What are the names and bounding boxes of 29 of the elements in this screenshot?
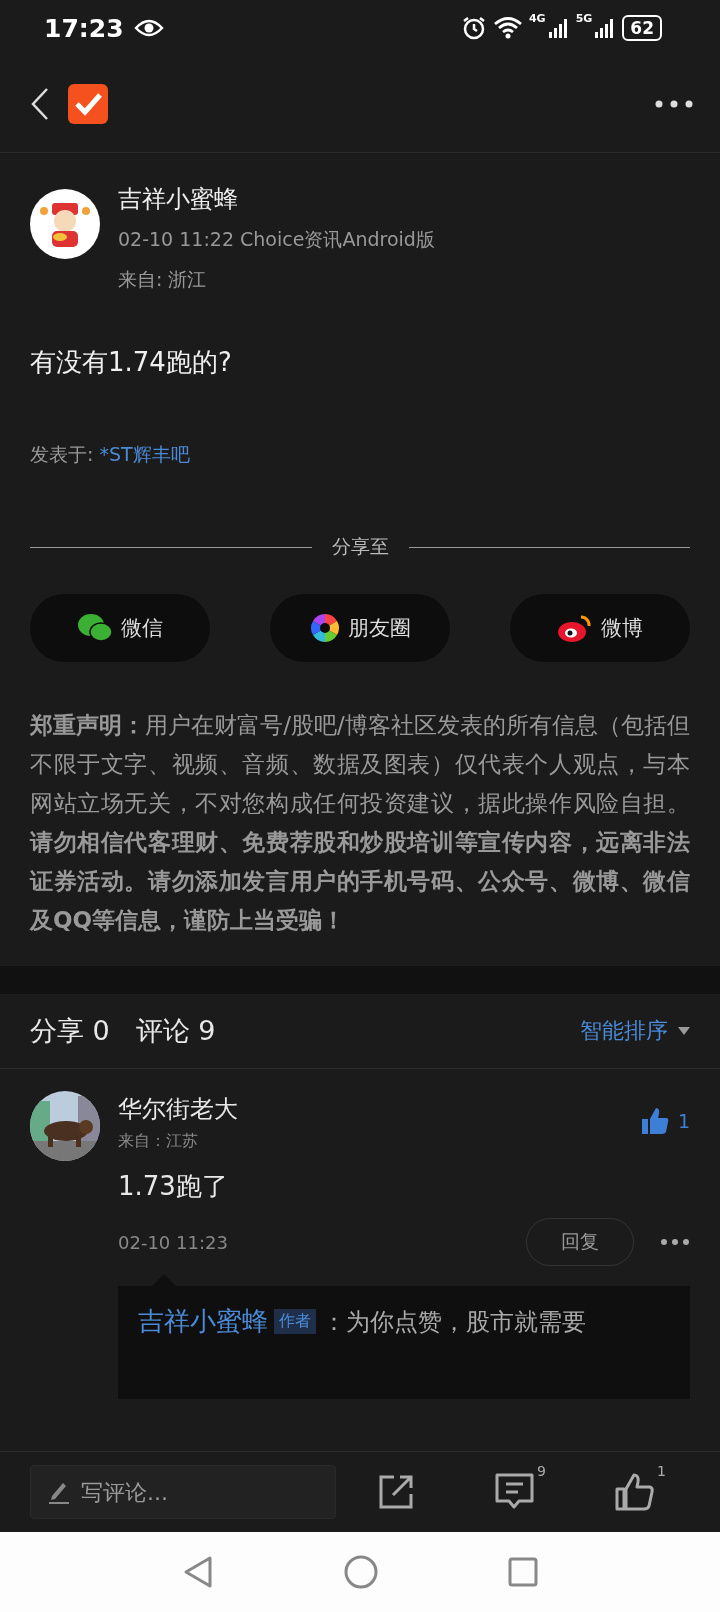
sort-dropdown[interactable]: 智能排序 bbox=[580, 1016, 690, 1046]
like-count: 1 bbox=[677, 1110, 690, 1132]
post-location: 来自: 浙江 bbox=[118, 267, 208, 292]
posted-in-label: 发表于: bbox=[30, 443, 94, 465]
reply-author[interactable]: 吉祥小蜜蜂 bbox=[138, 1304, 268, 1339]
comment-count: 评论 9 bbox=[135, 1014, 216, 1048]
commenter-location: 来自：江苏 bbox=[118, 1130, 199, 1152]
network-label: 4G bbox=[528, 12, 546, 25]
share-count: 分享 0 bbox=[30, 1014, 110, 1048]
post-title: 有没有1.74跑的? bbox=[29, 346, 233, 379]
author-name[interactable]: 吉祥小蜜蜂 bbox=[118, 179, 435, 219]
post-meta: 02-10 11:22 Choice资讯Android版 bbox=[118, 227, 435, 252]
share-heading: 分享至 bbox=[331, 534, 389, 559]
reply-text: ：为你点赞，股市就需要 bbox=[322, 1306, 586, 1338]
comment-input[interactable]: 写评论... bbox=[30, 1465, 336, 1519]
forum-link[interactable]: *ST辉丰吧 bbox=[99, 443, 190, 465]
comment-count-label: 9 bbox=[537, 1463, 546, 1479]
like-count-label: 1 bbox=[657, 1463, 666, 1479]
share-button[interactable]: 微博 bbox=[510, 594, 690, 662]
author-badge: 作者 bbox=[274, 1309, 316, 1334]
comment-time: 02-10 11:23 bbox=[118, 1231, 228, 1253]
share-button[interactable]: 微信 bbox=[30, 594, 210, 662]
share-button[interactable]: 朋友圈 bbox=[270, 594, 450, 662]
network-label: 5G bbox=[575, 12, 593, 25]
disclaimer-text: 郑重声明：用户在财富号/股吧/博客社区发表的所有信息（包括但不限于文字、视频、音频、数据及图表）仅代表个人观点，与本网站立场无关，不对您构成任何投资建议，据此操作风险自担。请勿相信代客理财、免费荐股和炒股培训等宣传内容，远离非法证券活动。请勿添加发言用户的手机号码、公众号、微博、微信及QQ等信息，谨防上当受骗！ bbox=[28, 711, 691, 935]
comment-text: 1.73跑了 bbox=[118, 1170, 229, 1203]
commenter-name[interactable]: 华尔街老大 bbox=[118, 1089, 238, 1129]
status-time: 17:23 bbox=[44, 13, 124, 43]
battery-indicator: 62 bbox=[622, 15, 662, 41]
